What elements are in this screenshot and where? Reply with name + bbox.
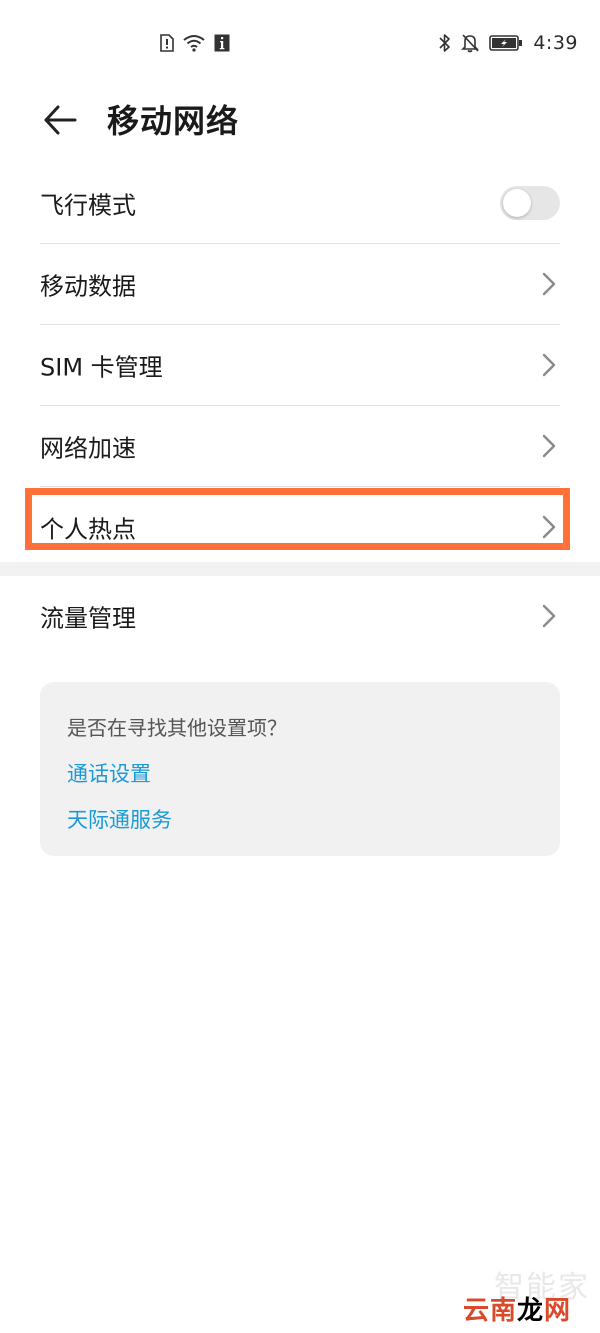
bluetooth-icon — [439, 33, 451, 53]
wifi-icon — [182, 34, 206, 52]
settings-row-mobile-data[interactable]: 移动数据 — [40, 244, 560, 325]
header: 移动网络 — [0, 90, 600, 150]
watermark-logo: 云南龙网 — [463, 1290, 571, 1327]
status-time: 4:39 — [533, 32, 578, 54]
settings-row-data-usage[interactable]: 流量管理 — [40, 576, 560, 656]
chevron-right-icon — [540, 513, 558, 541]
info-icon — [214, 34, 230, 52]
row-label: SIM 卡管理 — [40, 353, 163, 382]
section-divider — [0, 562, 600, 576]
settings-list-secondary: 流量管理 — [0, 576, 600, 656]
chevron-right-icon — [540, 602, 558, 630]
status-right-icons: 4:39 — [439, 32, 578, 54]
row-label: 流量管理 — [40, 604, 136, 633]
back-button[interactable] — [34, 94, 86, 146]
settings-row-sim-management[interactable]: SIM 卡管理 — [40, 325, 560, 406]
settings-row-personal-hotspot[interactable]: 个人热点 — [40, 487, 560, 567]
sim-alert-icon — [160, 34, 174, 52]
chevron-right-icon — [540, 270, 558, 298]
settings-list: 飞行模式 移动数据 SIM 卡管理 网络加速 个人热点 — [0, 163, 600, 567]
page-title: 移动网络 — [107, 102, 240, 140]
watermark-black: 龙 — [517, 1296, 545, 1326]
row-label: 个人热点 — [40, 515, 136, 544]
watermark-red-1: 云南 — [463, 1296, 518, 1326]
link-skytone-service[interactable]: 天际通服务 — [67, 804, 172, 834]
row-label: 移动数据 — [40, 272, 136, 301]
airplane-mode-toggle[interactable] — [500, 186, 560, 220]
suggestions-card: 是否在寻找其他设置项？ 通话设置 天际通服务 — [40, 682, 560, 856]
settings-row-network-acceleration[interactable]: 网络加速 — [40, 406, 560, 487]
link-call-settings[interactable]: 通话设置 — [67, 758, 151, 788]
settings-row-airplane-mode[interactable]: 飞行模式 — [40, 163, 560, 244]
status-left-icons — [160, 34, 230, 52]
row-label: 网络加速 — [40, 434, 136, 463]
suggestions-title: 是否在寻找其他设置项？ — [67, 716, 287, 740]
chevron-right-icon — [540, 351, 558, 379]
battery-charging-icon — [489, 34, 523, 52]
chevron-right-icon — [540, 432, 558, 460]
toggle-knob — [503, 189, 531, 217]
bell-off-icon — [461, 33, 480, 53]
watermark-red-2: 网 — [544, 1296, 572, 1326]
row-label: 飞行模式 — [40, 191, 136, 220]
status-bar: 4:39 — [0, 0, 600, 90]
arrow-left-icon — [43, 105, 77, 135]
